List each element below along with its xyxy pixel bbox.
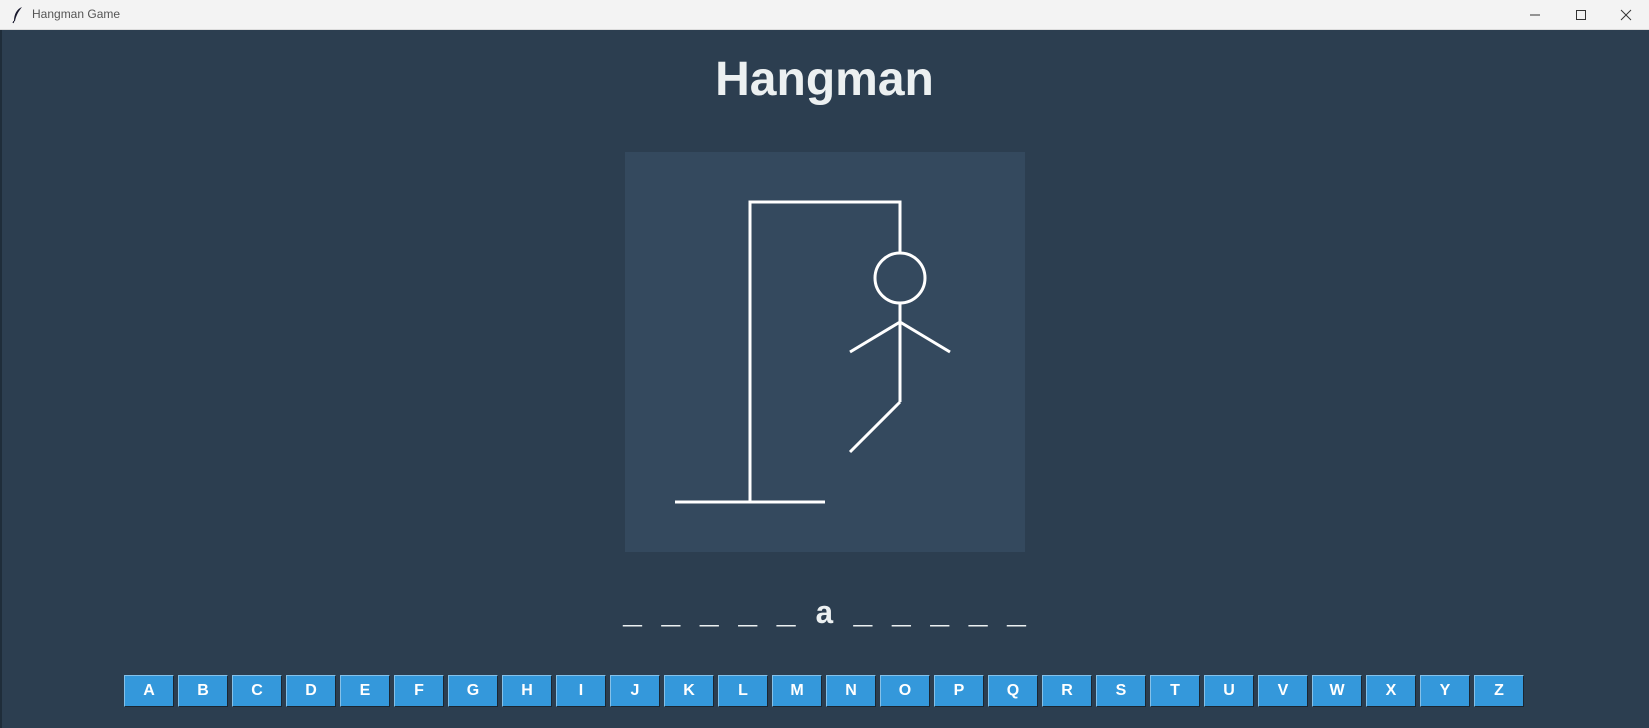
letter-button-o[interactable]: O	[880, 675, 930, 707]
letter-button-f[interactable]: F	[394, 675, 444, 707]
hangman-right-arm	[899, 320, 951, 354]
letter-button-l[interactable]: L	[718, 675, 768, 707]
letter-button-g[interactable]: G	[448, 675, 498, 707]
hangman-drawing	[675, 200, 951, 504]
letter-button-y[interactable]: Y	[1420, 675, 1470, 707]
letter-button-a[interactable]: A	[124, 675, 174, 707]
letter-button-z[interactable]: Z	[1474, 675, 1524, 707]
letter-button-m[interactable]: M	[772, 675, 822, 707]
word-display: _ _ _ _ _ a _ _ _ _ _	[622, 596, 1027, 633]
game-heading: Hangman	[715, 53, 934, 106]
letter-button-h[interactable]: H	[502, 675, 552, 707]
letter-button-e[interactable]: E	[340, 675, 390, 707]
letter-button-b[interactable]: B	[178, 675, 228, 707]
letter-button-q[interactable]: Q	[988, 675, 1038, 707]
hangman-head	[873, 251, 927, 305]
hangman-canvas	[625, 152, 1025, 552]
letter-button-n[interactable]: N	[826, 675, 876, 707]
minimize-button[interactable]	[1512, 0, 1558, 29]
letter-keyboard: ABCDEFGHIJKLMNOPQRSTUVWXYZ	[124, 675, 1524, 707]
letter-button-j[interactable]: J	[610, 675, 660, 707]
hangman-left-arm	[849, 320, 901, 354]
title-bar[interactable]: Hangman Game	[0, 0, 1649, 30]
feather-icon	[11, 6, 25, 24]
letter-button-w[interactable]: W	[1312, 675, 1362, 707]
letter-button-t[interactable]: T	[1150, 675, 1200, 707]
close-button[interactable]	[1603, 0, 1649, 29]
maximize-button[interactable]	[1558, 0, 1604, 29]
window-title: Hangman Game	[32, 7, 121, 21]
letter-button-v[interactable]: V	[1258, 675, 1308, 707]
maximize-icon	[1575, 9, 1587, 21]
app-window: Hangman Game Hangman _ _ _ _ _ a _ _ _ _…	[0, 0, 1649, 728]
letter-button-x[interactable]: X	[1366, 675, 1416, 707]
letter-button-p[interactable]: P	[934, 675, 984, 707]
minimize-icon	[1529, 9, 1541, 21]
letter-button-k[interactable]: K	[664, 675, 714, 707]
hangman-left-leg	[848, 400, 902, 454]
close-icon	[1620, 9, 1632, 21]
letter-button-r[interactable]: R	[1042, 675, 1092, 707]
letter-button-s[interactable]: S	[1096, 675, 1146, 707]
letter-button-d[interactable]: D	[286, 675, 336, 707]
letter-button-u[interactable]: U	[1204, 675, 1254, 707]
letter-button-i[interactable]: I	[556, 675, 606, 707]
letter-button-c[interactable]: C	[232, 675, 282, 707]
